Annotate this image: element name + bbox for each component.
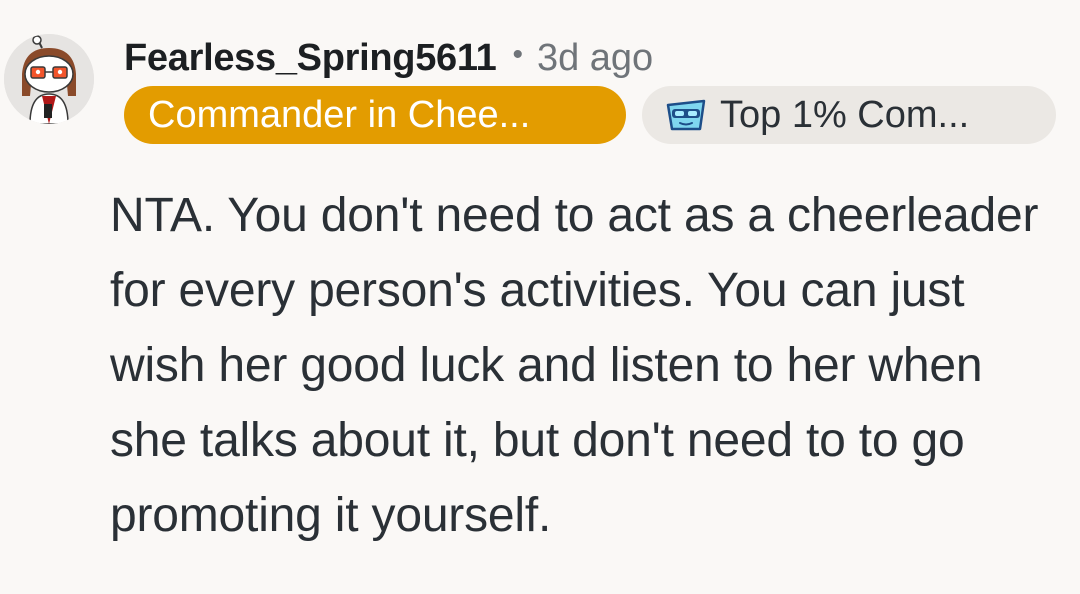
- achievement-flair-label: Top 1% Com...: [720, 93, 970, 136]
- author-username[interactable]: Fearless_Spring5611: [124, 37, 497, 80]
- comment-body: NTA. You don't need to act as a cheerlea…: [110, 189, 1039, 542]
- flair-row: Commander in Chee... Top 1% Com...: [124, 86, 1056, 144]
- author-avatar[interactable]: [4, 34, 94, 124]
- achievement-flair[interactable]: Top 1% Com...: [642, 86, 1056, 144]
- meta-separator: •: [512, 38, 523, 71]
- snoo-avatar-icon: [4, 34, 94, 124]
- comment-timestamp: 3d ago: [536, 36, 654, 79]
- achievement-badge-icon: [666, 99, 706, 131]
- user-flair[interactable]: Commander in Chee...: [124, 86, 626, 144]
- user-flair-label: Commander in Chee...: [148, 93, 531, 136]
- comment-header: Fearless_Spring5611 • 3d ago: [124, 30, 653, 86]
- comment: Fearless_Spring5611 • 3d ago Commander i…: [0, 0, 1080, 594]
